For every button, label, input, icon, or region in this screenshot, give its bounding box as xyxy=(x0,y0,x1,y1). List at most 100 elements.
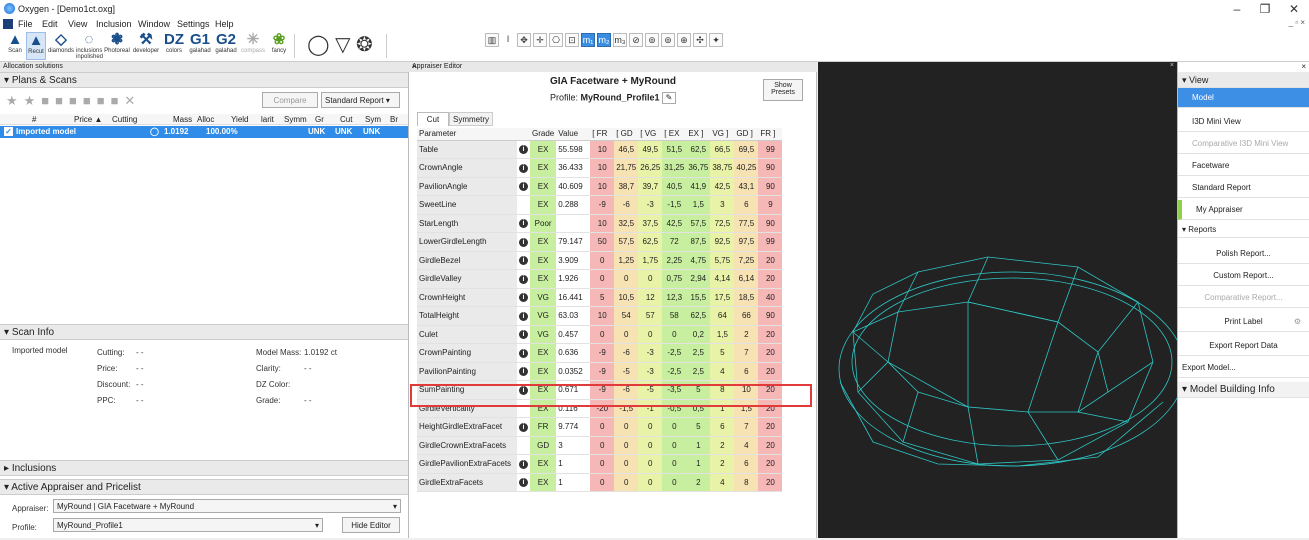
section-icon[interactable]: ⊡ xyxy=(565,33,579,47)
rotate-icon[interactable]: ⎔ xyxy=(549,33,563,47)
g1-galahad-tool-button[interactable]: G1 galahad xyxy=(188,32,212,60)
threshold-cell[interactable]: -6 xyxy=(614,195,639,215)
threshold-cell[interactable]: 42,5 xyxy=(662,214,687,233)
threshold-cell[interactable]: 0 xyxy=(590,269,615,289)
threshold-cell[interactable]: 0 xyxy=(638,454,663,474)
polish-report-item[interactable]: Polish Report... xyxy=(1178,244,1309,264)
info-icon[interactable]: i xyxy=(519,348,528,358)
m1-icon[interactable]: m₁ xyxy=(581,33,595,47)
comparative-report-item[interactable]: Comparative Report... xyxy=(1178,288,1309,308)
reports-section-header[interactable]: ▾ Reports xyxy=(1178,222,1309,238)
threshold-cell[interactable]: 62,5 xyxy=(686,306,711,326)
threshold-cell[interactable]: 0 xyxy=(662,473,687,492)
threshold-cell[interactable]: 10 xyxy=(590,158,615,178)
threshold-cell[interactable]: 51,5 xyxy=(662,140,687,159)
threshold-cell[interactable]: 90 xyxy=(758,214,783,233)
threshold-cell[interactable]: 1,5 xyxy=(686,195,711,215)
view-item-comparative-i3d[interactable]: Comparative I3D Mini View xyxy=(1178,134,1309,154)
threshold-cell[interactable]: 8 xyxy=(734,473,759,492)
threshold-cell[interactable]: 66,5 xyxy=(710,140,735,159)
threshold-cell[interactable]: 0,2 xyxy=(686,325,711,344)
table-row[interactable]: CrownHeight i VG 16.441 5 10,5 12 12,3 15,5 17,5 1… xyxy=(417,288,783,307)
print-label-item[interactable]: Print Label ⚙ xyxy=(1178,312,1309,332)
threshold-cell[interactable]: 69,5 xyxy=(734,140,759,159)
threshold-cell[interactable]: 20 xyxy=(758,436,783,455)
threshold-cell[interactable]: -9 xyxy=(590,362,615,381)
info-icon[interactable]: i xyxy=(519,274,528,284)
table-row[interactable]: Table i EX 55.598 10 46,5 49,5 51,5 62,5 66,5 69,5… xyxy=(417,140,783,159)
threshold-cell[interactable]: 57,5 xyxy=(686,214,711,233)
info-icon[interactable]: i xyxy=(519,478,528,488)
photoreal-tool-button[interactable]: ❃ Photoreal xyxy=(104,32,130,60)
threshold-cell[interactable]: 0 xyxy=(638,269,663,289)
threshold-cell[interactable]: 42,5 xyxy=(710,177,735,196)
menu-inclusion[interactable]: Inclusion xyxy=(96,19,132,29)
view-close-icon[interactable]: × xyxy=(1170,62,1174,69)
edit-pencil-icon[interactable]: ✎ xyxy=(662,92,677,104)
info-icon[interactable]: i xyxy=(519,182,528,192)
menu-file[interactable]: File xyxy=(18,19,33,29)
shape-view-icons[interactable]: ◯ ▽ ❂ ◭ xyxy=(298,32,382,82)
threshold-cell[interactable]: 64 xyxy=(710,306,735,326)
threshold-cell[interactable]: 4 xyxy=(710,473,735,492)
threshold-cell[interactable]: 99 xyxy=(758,140,783,159)
threshold-cell[interactable]: 0 xyxy=(590,251,615,270)
menu-help[interactable]: Help xyxy=(215,19,234,29)
recut-tool-button[interactable]: ▲ Recut xyxy=(26,32,46,60)
crosshair-icon[interactable]: ✛ xyxy=(533,33,547,47)
threshold-cell[interactable]: 12,3 xyxy=(662,288,687,307)
threshold-cell[interactable]: 57,5 xyxy=(614,232,639,252)
threshold-cell[interactable]: 0 xyxy=(614,417,639,437)
view-item-facetware[interactable]: Facetware xyxy=(1178,156,1309,176)
model-building-info-header[interactable]: ▾ Model Building Info xyxy=(1178,382,1309,398)
table-row[interactable]: CrownAngle i EX 36.433 10 21,75 26,25 31,25 36,7… xyxy=(417,158,783,178)
threshold-cell[interactable]: 99 xyxy=(758,232,783,252)
threshold-cell[interactable]: -2,5 xyxy=(662,362,687,381)
table-row[interactable]: GirdlePavilionExtraFacets i EX 1 0 0 0 0 1 2 6 20 xyxy=(417,454,783,474)
threshold-cell[interactable]: 0,75 xyxy=(662,269,687,289)
threshold-cell[interactable]: 2 xyxy=(710,454,735,474)
table-row[interactable]: GirdleCrownExtraFacets GD 3 0 0 0 0 1 2 4 20 xyxy=(417,436,783,455)
threshold-cell[interactable]: 20 xyxy=(758,454,783,474)
star-icon[interactable]: ✦ xyxy=(709,33,723,47)
info-icon[interactable]: i xyxy=(519,367,528,377)
info-icon[interactable]: i xyxy=(519,330,528,340)
threshold-cell[interactable]: 58 xyxy=(662,306,687,326)
threshold-cell[interactable]: 32,5 xyxy=(614,214,639,233)
grid-icon[interactable]: ▥ xyxy=(485,33,499,47)
info-icon[interactable]: i xyxy=(519,422,528,432)
threshold-cell[interactable]: -3 xyxy=(638,362,663,381)
threshold-cell[interactable]: 0 xyxy=(590,436,615,455)
threshold-cell[interactable]: 7 xyxy=(734,343,759,363)
table-row[interactable]: PavilionAngle i EX 40.609 10 38,7 39,7 40,5 41,9… xyxy=(417,177,783,196)
threshold-cell[interactable]: 10 xyxy=(590,306,615,326)
threshold-cell[interactable]: 0 xyxy=(590,417,615,437)
threshold-cell[interactable]: 1,5 xyxy=(710,325,735,344)
threshold-cell[interactable]: 0 xyxy=(662,454,687,474)
model-3d-view[interactable]: × xyxy=(818,62,1186,538)
threshold-cell[interactable]: 41,9 xyxy=(686,177,711,196)
threshold-cell[interactable]: 90 xyxy=(758,158,783,178)
threshold-cell[interactable]: 3 xyxy=(710,195,735,215)
threshold-cell[interactable]: 12 xyxy=(638,288,663,307)
table-row[interactable]: GirdleBezel i EX 3.909 0 1,25 1,75 2,25 4,75 5,75… xyxy=(417,251,783,270)
threshold-cell[interactable]: 0 xyxy=(590,325,615,344)
threshold-cell[interactable]: 7,25 xyxy=(734,251,759,270)
threshold-cell[interactable]: 9 xyxy=(758,195,783,215)
report-select[interactable]: Standard Report ▾ xyxy=(321,92,400,108)
threshold-cell[interactable]: 1,75 xyxy=(638,251,663,270)
threshold-cell[interactable]: 4 xyxy=(710,362,735,381)
scan-tool-button[interactable]: ▲ Scan xyxy=(4,32,26,60)
table-row[interactable]: CrownPainting i EX 0.636 -9 -6 -3 -2,5 2,5 5 7 20 xyxy=(417,343,783,363)
hide-icon[interactable]: ⊘ xyxy=(629,33,643,47)
maximize-button[interactable]: ❐ xyxy=(1252,0,1278,18)
m2-icon[interactable]: m₂ xyxy=(597,33,611,47)
threshold-cell[interactable]: 20 xyxy=(758,325,783,344)
gear-icon[interactable]: ⚙ xyxy=(1294,312,1301,332)
threshold-cell[interactable]: 92,5 xyxy=(710,232,735,252)
threshold-cell[interactable]: 50 xyxy=(590,232,615,252)
threshold-cell[interactable]: 0 xyxy=(638,417,663,437)
profile-select[interactable]: MyRound_Profile1 ▾ xyxy=(53,518,323,532)
table-row[interactable]: TotalHeight i VG 63.03 10 54 57 58 62,5 64 66 90 xyxy=(417,306,783,326)
dz-colors-tool-button[interactable]: DZ colors xyxy=(162,32,186,60)
